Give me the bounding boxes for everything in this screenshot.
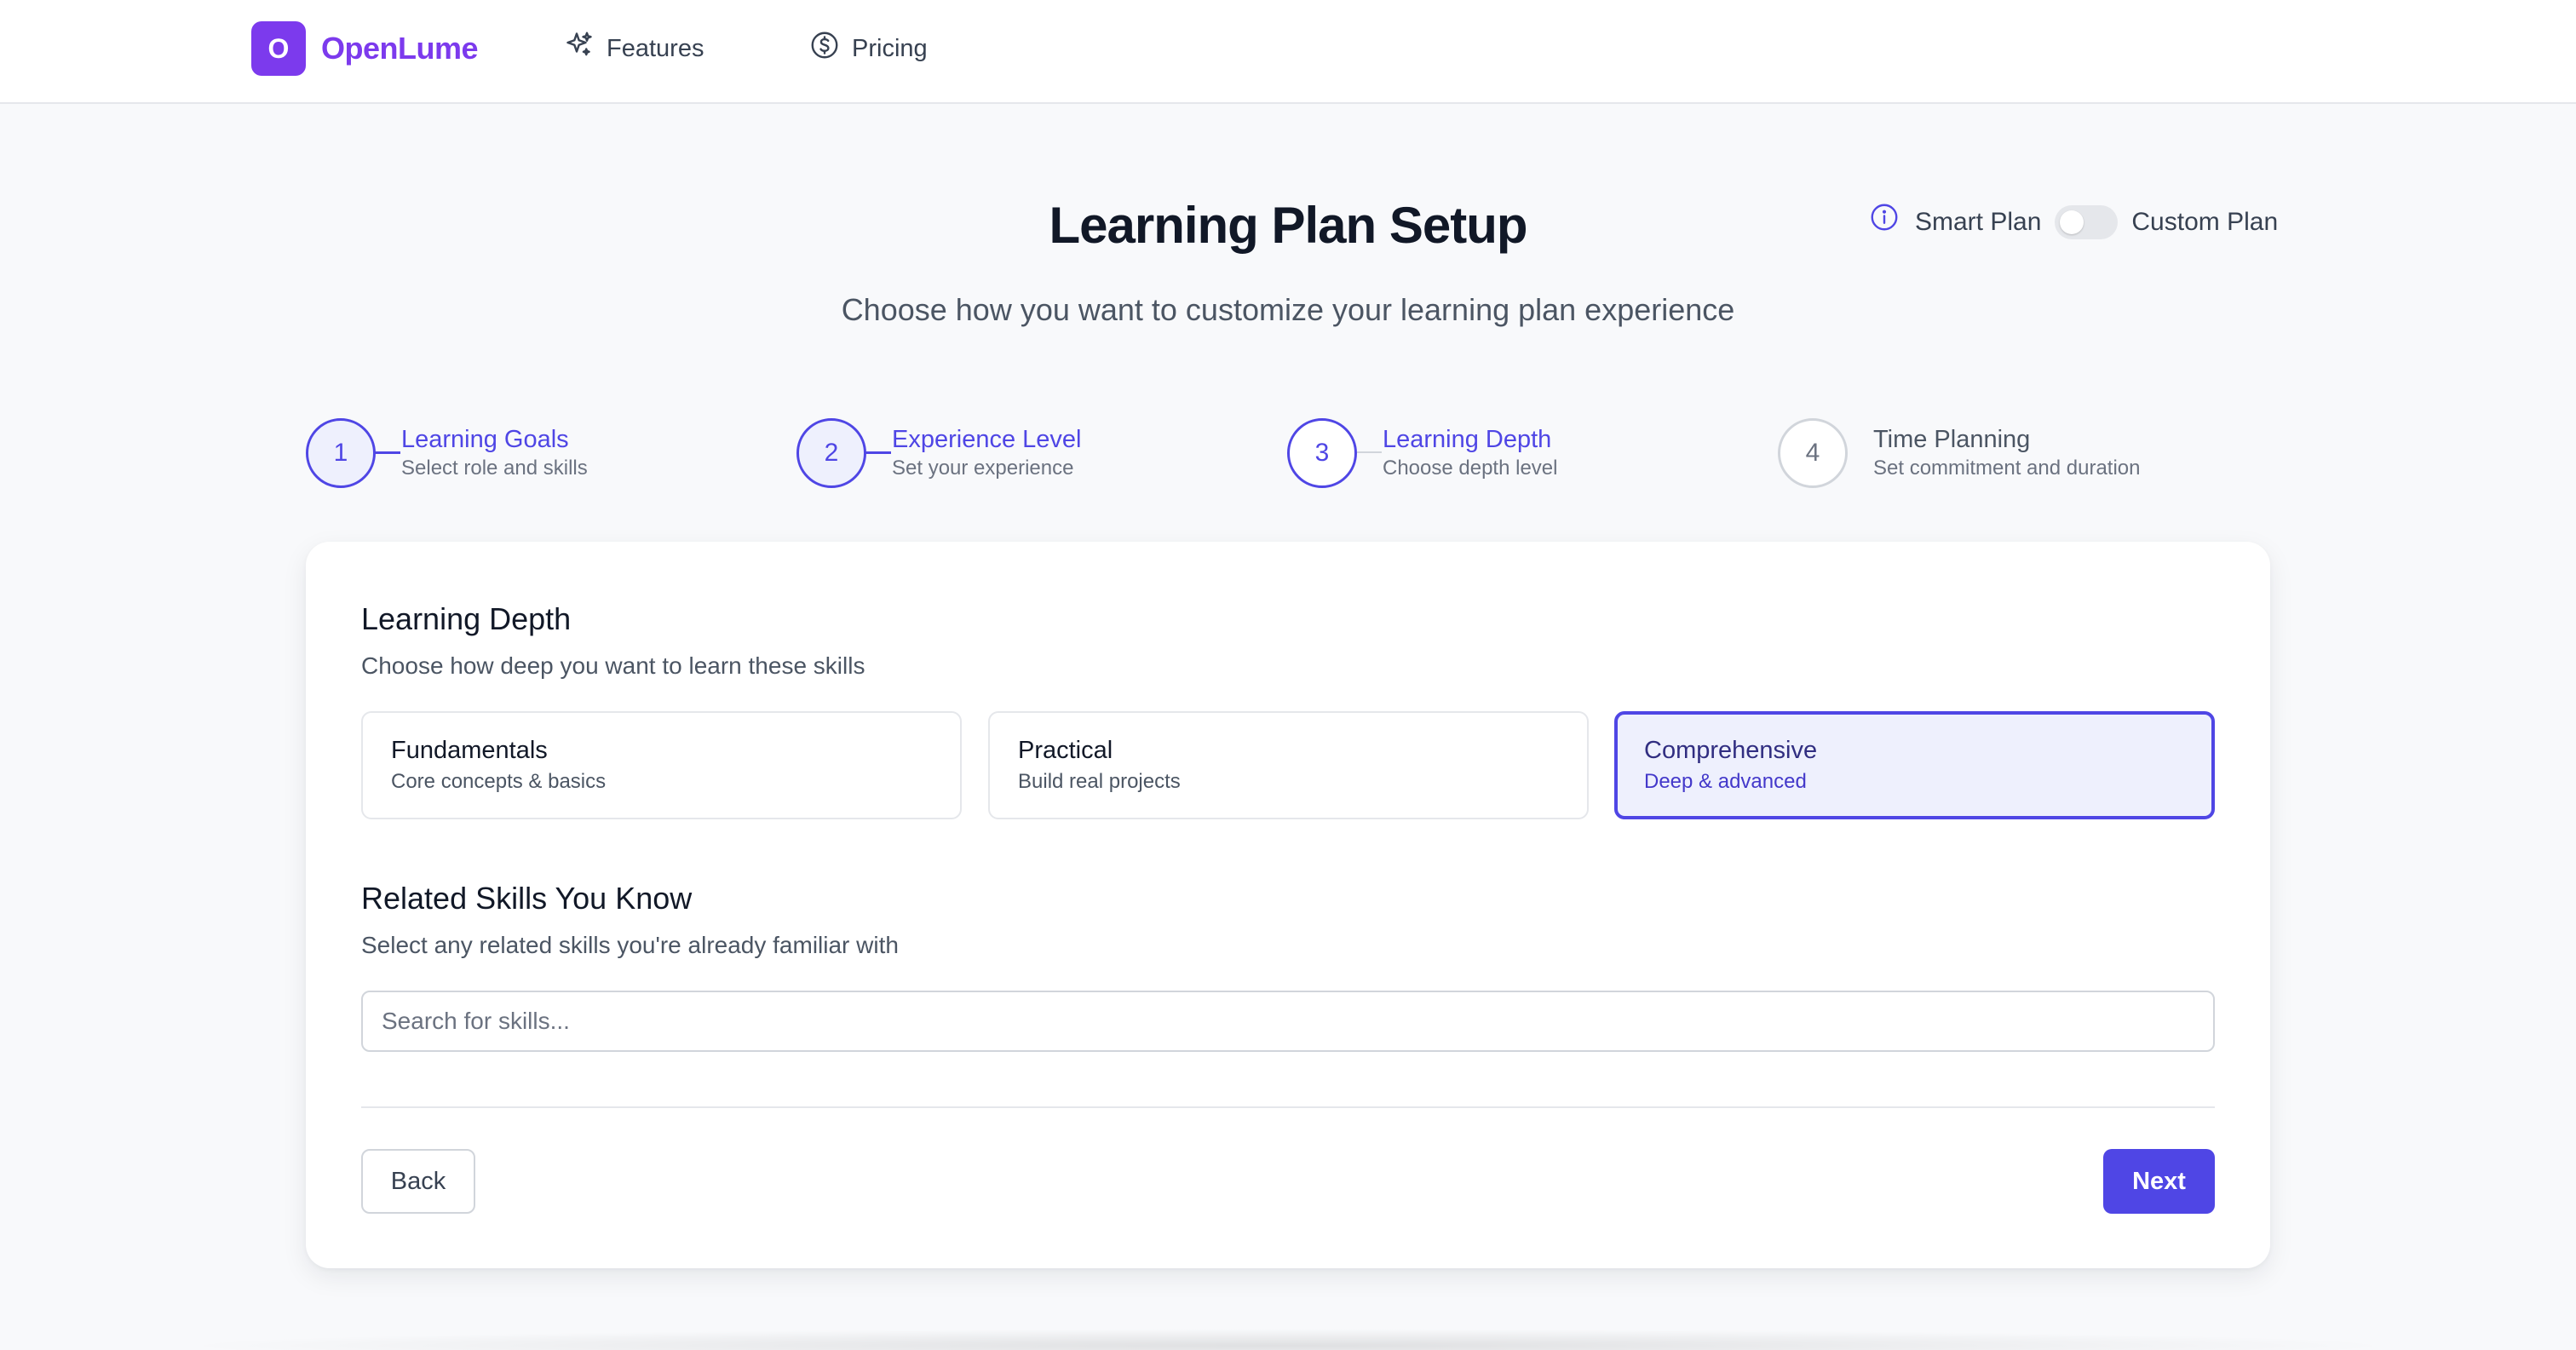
page-bottom-shadow — [170, 1329, 2406, 1350]
depth-option-practical[interactable]: Practical Build real projects — [988, 711, 1589, 819]
option-title: Practical — [1018, 737, 1113, 764]
related-skills-subtitle: Select any related skills you're already… — [361, 932, 899, 958]
step-description: Set your experience — [892, 457, 1074, 480]
depth-section-subtitle: Choose how deep you want to learn these … — [361, 652, 865, 679]
step-description: Set commitment and duration — [1873, 457, 2141, 480]
step-label: Learning Depth — [1383, 426, 1552, 453]
related-skills-title: Related Skills You Know — [361, 881, 693, 916]
nav-features-label: Features — [607, 34, 704, 62]
brand-name: OpenLume — [321, 31, 479, 66]
step-description: Select role and skills — [401, 457, 588, 480]
smart-plan-label: Smart Plan — [1915, 208, 2042, 236]
step-label: Time Planning — [1873, 426, 2031, 453]
step-number-circle: 4 — [1778, 418, 1848, 488]
dollar-circle-icon — [809, 30, 840, 67]
plan-mode-switch[interactable] — [2055, 205, 2119, 239]
custom-plan-label: Custom Plan — [2131, 208, 2279, 236]
step-label: Experience Level — [892, 426, 1082, 453]
option-description: Deep & advanced — [1644, 770, 1807, 793]
depth-option-fundamentals[interactable]: Fundamentals Core concepts & basics — [361, 711, 962, 819]
info-icon[interactable] — [1869, 204, 1900, 233]
page-subtitle: Choose how you want to customize your le… — [841, 292, 1735, 327]
depth-option-comprehensive[interactable]: Comprehensive Deep & advanced — [1614, 711, 2215, 819]
switch-knob — [2060, 210, 2084, 234]
step-number-circle: 3 — [1287, 418, 1357, 488]
depth-section-title: Learning Depth — [361, 601, 572, 636]
logo-mark: O — [251, 21, 306, 76]
nav-features-link[interactable]: Features — [564, 27, 704, 70]
skills-search-input[interactable] — [361, 991, 2215, 1052]
option-title: Comprehensive — [1644, 737, 1818, 764]
top-nav-bar: O OpenLume Features Pricing — [0, 0, 2576, 104]
option-description: Core concepts & basics — [391, 770, 607, 793]
setup-card: Learning Depth Choose how deep you want … — [306, 542, 2270, 1268]
step-number-circle: 2 — [796, 418, 866, 488]
back-button[interactable]: Back — [361, 1149, 475, 1214]
nav-pricing-label: Pricing — [852, 34, 928, 62]
option-description: Build real projects — [1018, 770, 1181, 793]
step-label: Learning Goals — [401, 426, 569, 453]
step-description: Choose depth level — [1383, 457, 1558, 480]
card-divider — [361, 1106, 2215, 1108]
next-button[interactable]: Next — [2103, 1149, 2215, 1214]
brand-logo[interactable]: O OpenLume — [251, 21, 479, 76]
option-title: Fundamentals — [391, 737, 548, 764]
step-number-circle: 1 — [306, 418, 376, 488]
sparkles-icon — [564, 30, 595, 67]
nav-pricing-link[interactable]: Pricing — [809, 27, 928, 70]
plan-mode-toggle-group: Smart Plan Custom Plan — [1869, 201, 2278, 244]
